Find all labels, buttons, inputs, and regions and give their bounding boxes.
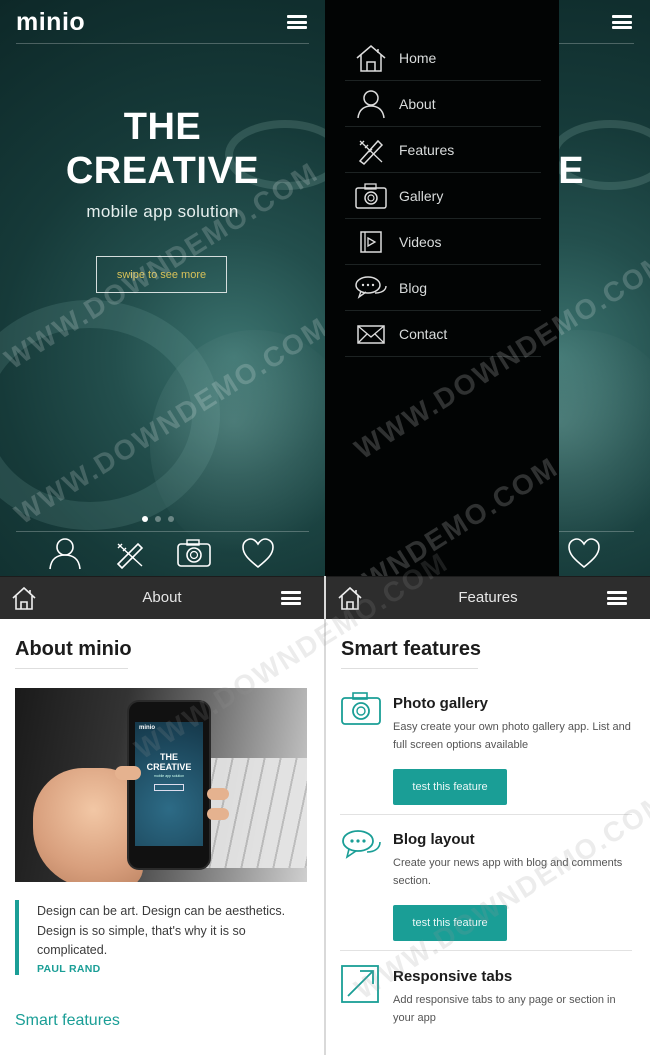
phone-screen-title-line1: THE [160,752,178,762]
feature-description: Easy create your own photo gallery app. … [393,721,631,751]
slide-dot[interactable] [168,516,174,522]
heart-icon[interactable] [566,536,602,570]
camera-icon [341,692,381,725]
quote-author: PAUL RAND [37,962,101,975]
hamburger-menu-icon[interactable] [612,15,632,29]
hero-title: THE CREATIVE [0,105,325,193]
speech-bubbles-icon [355,275,387,299]
menu-item-features[interactable]: Features [345,127,541,173]
envelope-icon [357,324,385,344]
menu-item-gallery[interactable]: Gallery [345,173,541,219]
page-title: Smart features [341,638,482,660]
blockquote: Design can be art. Design can be aesthet… [15,900,310,975]
user-icon[interactable] [47,536,83,570]
test-feature-button[interactable]: test this feature [393,769,507,805]
heart-icon[interactable] [240,536,276,570]
home-icon [356,44,386,72]
thumb-shape [115,766,141,780]
camera-icon [355,182,387,209]
phone-photo: minio THE CREATIVE mobile app solution [15,688,307,882]
hamburger-menu-icon[interactable] [287,15,307,29]
phone-screen-button [154,784,184,791]
features-header-bar: Features [326,577,650,619]
finger-shape [207,808,229,820]
user-icon [357,89,385,118]
page-title: About minio [15,638,132,660]
feature-description: Create your news app with blog and comme… [393,857,623,887]
divider [340,950,632,951]
camera-icon[interactable] [176,536,212,570]
swipe-button[interactable]: swipe to see more [96,256,227,293]
feature-photo-gallery: Photo gallery Easy create your own photo… [340,690,635,810]
menu-item-home[interactable]: Home [345,35,541,81]
quote-text: Design can be art. Design can be aesthet… [37,904,286,957]
hero-subtitle: mobile app solution [86,202,239,221]
phone-screen-title: THE CREATIVE [135,752,203,772]
feature-title: Blog layout [393,831,475,848]
menu-item-label: Blog [399,279,428,296]
header-title: About [142,589,182,606]
header-title: Features [458,589,518,606]
menu-item-label: About [399,95,436,112]
pencil-ruler-icon [358,139,384,165]
pencil-ruler-icon[interactable] [112,536,148,570]
hero-title-line1: THE [123,106,202,148]
expand-arrow-icon [341,965,379,1003]
test-feature-button[interactable]: test this feature [393,905,507,941]
about-header-bar: About [0,577,324,619]
hero-screen-home: minio THE CREATIVE mobile app solution s… [0,0,325,576]
slide-dot[interactable] [155,516,161,522]
slide-dots [142,516,174,522]
title-underline [341,668,478,669]
title-underline [15,668,128,669]
menu-item-videos[interactable]: Videos [345,219,541,265]
logo[interactable]: minio [16,8,85,37]
divider [16,531,309,532]
phone-screen-subtitle: mobile app solution [153,774,185,778]
feature-title: Photo gallery [393,695,489,712]
phone-screen-title-line2: CREATIVE [146,762,192,772]
feature-responsive-tabs: Responsive tabs Add responsive tabs to a… [340,963,635,1043]
hamburger-menu-icon[interactable] [281,591,301,605]
feature-blog-layout: Blog layout Create your news app with bl… [340,826,635,946]
menu-item-label: Contact [399,325,448,342]
smart-features-link[interactable]: Smart features [15,1012,120,1030]
menu-item-label: Gallery [399,187,444,204]
panel-divider [324,576,326,1055]
finger-shape [207,788,229,800]
divider [340,814,632,815]
slide-dot[interactable] [142,516,148,522]
feature-description: Add responsive tabs to any page or secti… [393,994,616,1024]
phone-mockup: minio THE CREATIVE mobile app solution [127,700,211,870]
menu-item-contact[interactable]: Contact [345,311,541,357]
hamburger-menu-icon[interactable] [607,591,627,605]
phone-screen-logo: minio [139,725,155,731]
bottom-icon-bar [0,536,325,572]
menu-item-blog[interactable]: Blog [345,265,541,311]
menu-item-label: Features [399,141,455,158]
hero-title-line2: CREATIVE [65,150,260,192]
speech-bubbles-icon [342,830,381,859]
divider [16,43,309,44]
menu-item-label: Videos [399,233,442,250]
film-icon [360,230,382,253]
menu-item-about[interactable]: About [345,81,541,127]
feature-title: Responsive tabs [393,968,513,985]
menu-item-label: Home [399,49,437,66]
side-menu: Home About Features Gallery Videos Blog … [325,0,559,576]
phone-screen: minio THE CREATIVE mobile app solution [135,722,203,846]
